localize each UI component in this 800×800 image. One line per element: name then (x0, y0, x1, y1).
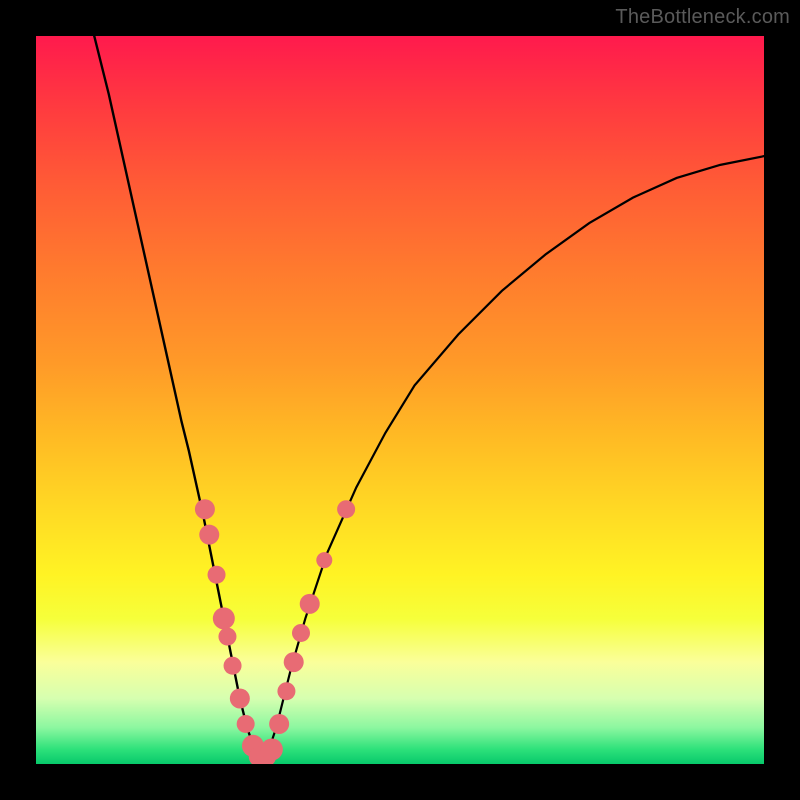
marker-dot (237, 715, 255, 733)
marker-dot (195, 499, 215, 519)
curve-right-branch (262, 156, 764, 760)
marker-dots-group (195, 499, 355, 764)
marker-dot (208, 566, 226, 584)
marker-dot (316, 552, 332, 568)
marker-dot (269, 714, 289, 734)
marker-dot (224, 657, 242, 675)
watermark-text: TheBottleneck.com (615, 6, 790, 29)
marker-dot (277, 682, 295, 700)
marker-dot (199, 525, 219, 545)
chart-frame: TheBottleneck.com (0, 0, 800, 800)
marker-dot (218, 628, 236, 646)
curve-left-branch (94, 36, 261, 760)
marker-dot (261, 738, 283, 760)
marker-dot (213, 607, 235, 629)
marker-dot (284, 652, 304, 672)
plot-area (36, 36, 764, 764)
marker-dot (292, 624, 310, 642)
marker-dot (230, 688, 250, 708)
chart-svg (36, 36, 764, 764)
marker-dot (300, 594, 320, 614)
marker-dot (337, 500, 355, 518)
